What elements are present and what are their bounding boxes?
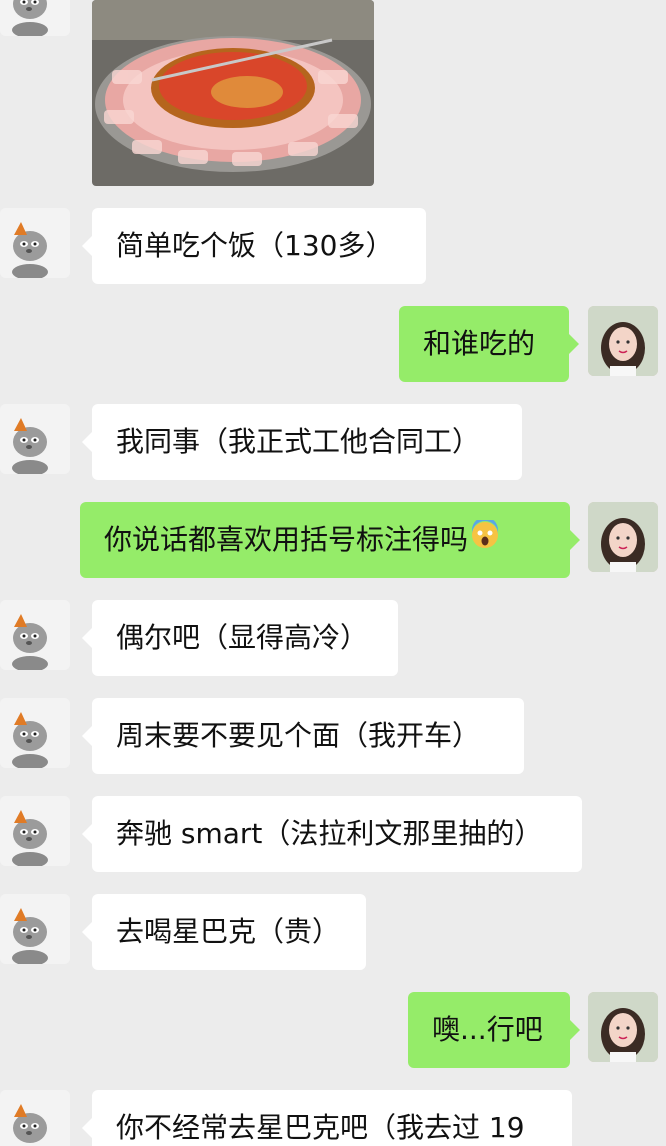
cat-avatar-icon[interactable] xyxy=(0,796,70,866)
cat-avatar-icon[interactable] xyxy=(0,894,70,964)
girl-avatar-icon[interactable] xyxy=(588,306,658,376)
hotpot-photo[interactable] xyxy=(92,0,374,186)
message-row: 去喝星巴克（贵） xyxy=(0,894,666,970)
message-bubble[interactable]: 和谁吃的 xyxy=(399,306,579,382)
cat-avatar-icon[interactable] xyxy=(0,600,70,670)
message-row: 噢...行吧 xyxy=(0,992,666,1068)
message-text: 你说话都喜欢用括号标注得吗 xyxy=(104,523,469,556)
cat-avatar-icon[interactable] xyxy=(0,404,70,474)
message-row: 你说话都喜欢用括号标注得吗 xyxy=(0,502,666,578)
girl-avatar-icon[interactable] xyxy=(588,992,658,1062)
message-bubble[interactable]: 奔驰 smart（法拉利文那里抽的） xyxy=(82,796,582,872)
screaming-face-emoji-icon xyxy=(470,503,500,579)
girl-avatar-icon[interactable] xyxy=(588,502,658,572)
message-bubble[interactable]: 偶尔吧（显得高冷） xyxy=(82,600,398,676)
message-row: 周末要不要见个面（我开车） xyxy=(0,698,666,774)
message-row: 偶尔吧（显得高冷） xyxy=(0,600,666,676)
message-bubble[interactable]: 简单吃个饭（130多） xyxy=(82,208,426,284)
message-bubble[interactable]: 我同事（我正式工他合同工） xyxy=(82,404,522,480)
message-bubble[interactable]: 周末要不要见个面（我开车） xyxy=(82,698,524,774)
message-bubble[interactable]: 你不经常去星巴克吧（我去过 19 xyxy=(82,1090,572,1146)
message-bubble[interactable]: 噢...行吧 xyxy=(408,992,580,1068)
message-row: 简单吃个饭（130多） xyxy=(0,208,666,284)
cat-avatar-icon[interactable] xyxy=(0,1090,70,1146)
message-bubble[interactable]: 你说话都喜欢用括号标注得吗 xyxy=(80,502,580,579)
cat-avatar-icon[interactable] xyxy=(0,698,70,768)
chat-window: 简单吃个饭（130多） 和谁吃的 我同事（我正式工他合同工） 你说话都喜欢用括号… xyxy=(0,0,666,1146)
message-bubble[interactable]: 去喝星巴克（贵） xyxy=(82,894,366,970)
message-row: 奔驰 smart（法拉利文那里抽的） xyxy=(0,796,666,872)
message-row: 和谁吃的 xyxy=(0,306,666,382)
message-row xyxy=(0,0,666,186)
cat-avatar-icon[interactable] xyxy=(0,0,70,36)
message-row: 你不经常去星巴克吧（我去过 19 xyxy=(0,1090,666,1146)
message-row: 我同事（我正式工他合同工） xyxy=(0,404,666,480)
cat-avatar-icon[interactable] xyxy=(0,208,70,278)
